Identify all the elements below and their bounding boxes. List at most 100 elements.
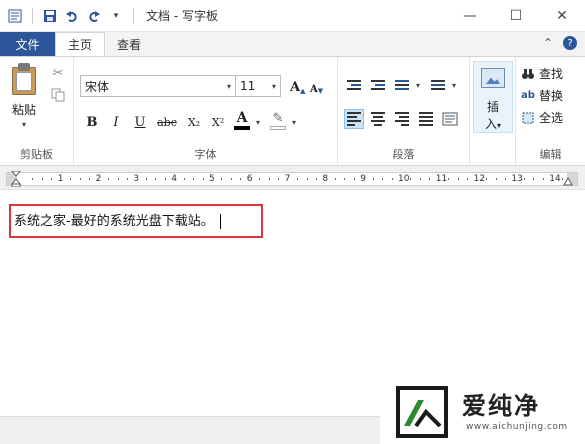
paragraph-row-1: ▾ ▾ [344,75,460,95]
highlight-color-button[interactable]: ✎ [268,111,288,133]
watermark-url: www.aichunjing.com [466,422,568,432]
ruler-tick [108,178,110,180]
align-right-icon[interactable] [392,109,412,129]
text-color-button[interactable]: A [232,111,252,133]
ruler-tick [542,178,544,180]
ribbon-tab-row: 文件 主页 查看 ⌃ ? [0,32,585,56]
ruler-tick [495,178,497,180]
increase-indent-icon[interactable] [368,75,388,95]
highlighter-icon: ✎ [272,111,284,126]
ruler-number: 7 [284,174,291,184]
ruler-number: 1 [57,174,64,184]
ruler-tick [202,178,204,180]
ruler-tick [240,178,242,180]
superscript-button[interactable]: X² [208,112,228,132]
align-left-icon[interactable] [344,109,364,129]
decrease-indent-icon[interactable] [344,75,364,95]
wordpad-app-icon[interactable] [6,7,24,25]
ruler-tick [353,178,355,180]
ruler-number: 12 [473,174,486,184]
clipboard-group-label: 剪贴板 [20,148,53,161]
chevron-down-icon[interactable]: ▾ [292,118,300,127]
chevron-down-icon[interactable]: ▾ [416,81,424,90]
insert-label-1: 插 [486,100,499,114]
font-group-label: 字体 [194,148,217,161]
redo-icon[interactable] [85,7,103,25]
paragraph-group-label: 段落 [392,148,415,161]
undo-icon[interactable] [63,7,81,25]
tab-home[interactable]: 主页 [55,32,106,56]
collapse-ribbon-icon[interactable]: ⌃ [543,36,553,50]
grow-font-button[interactable]: A ▲ [290,77,308,95]
italic-button[interactable]: I [106,112,126,132]
tab-file[interactable]: 文件 [0,32,55,56]
paste-dropdown-icon[interactable]: ▾ [22,120,26,129]
ribbon-options: ⌃ ? [543,36,577,50]
text-color-label: A [236,110,248,126]
ruler-tick [523,178,525,180]
ruler-tick [51,178,53,180]
chevron-down-icon: ▾ [271,81,276,91]
minimize-button[interactable]: — [447,0,493,32]
ruler-tick [297,178,299,180]
font-group: 宋体 ▾ 11 ▾ A ▲ A ▼ B I U abc X₂ X² A ▾ ✎ ▾ [74,57,338,166]
paragraph-group: ▾ ▾ 段落 [338,57,470,166]
align-center-icon[interactable] [368,109,388,129]
window-title: 文档 - 写字板 [146,9,218,23]
ruler-tick [41,178,43,180]
cut-icon[interactable]: ✂ [50,65,66,81]
ruler-number: 9 [360,174,366,184]
font-size-value: 11 [240,79,256,93]
paste-label: 粘贴 [11,103,36,117]
status-bar [0,416,380,444]
ruler-tick [183,178,185,180]
font-size-select[interactable]: 11 ▾ [235,75,281,97]
copy-icon[interactable] [50,87,66,103]
ruler-tick [504,178,506,180]
ruler-number: 13 [511,174,523,184]
ruler-tick [230,178,232,180]
customize-quick-access-icon[interactable]: ▾ [107,7,125,25]
ruler-tick [382,178,384,180]
ruler-tick [117,178,119,180]
paragraph-settings-icon[interactable] [440,109,460,129]
ruler-tick [410,178,412,180]
watermark-brand: 爱纯净 [462,392,540,420]
strikethrough-button[interactable]: abc [154,112,180,132]
insert-group: 插 入▾ [470,57,516,166]
tab-view[interactable]: 查看 [105,32,153,56]
binoculars-icon [520,66,536,82]
paste-button[interactable]: 粘贴 ▾ [6,63,42,129]
subscript-button[interactable]: X₂ [184,112,204,132]
maximize-button[interactable]: ☐ [493,0,539,32]
ruler-tick [278,178,280,180]
left-indent-marker-icon[interactable] [11,171,21,187]
ruler-tick [70,178,72,180]
ruler-number: 5 [209,174,215,184]
chevron-down-icon[interactable]: ▾ [452,81,460,90]
replace-button[interactable]: ab 替换 [520,87,563,104]
select-all-button[interactable]: 全选 [520,109,563,126]
ruler-tick [334,178,336,180]
insert-button[interactable]: 插 入▾ [473,61,513,133]
bullet-list-icon[interactable] [392,75,412,95]
font-name-select[interactable]: 宋体 ▾ [80,75,236,97]
save-icon[interactable] [41,7,59,25]
ruler[interactable]: 1 2 3 4 5 6 7 8 9 10 11 12 13 14 [6,171,578,187]
line-spacing-icon[interactable] [428,75,448,95]
close-button[interactable]: ✕ [539,0,585,32]
ruler-number: 11 [435,174,448,184]
find-button[interactable]: 查找 [520,65,563,82]
ruler-tick [457,178,459,180]
bold-button[interactable]: B [82,112,102,132]
underline-button[interactable]: U [130,112,150,132]
ruler-tick [467,178,469,180]
right-indent-marker-icon[interactable] [563,177,573,187]
ruler-tick [126,178,128,180]
shrink-font-button[interactable]: A ▼ [310,77,328,95]
chevron-down-icon[interactable]: ▾ [256,118,264,127]
justify-icon[interactable] [416,109,436,129]
annotation-highlight-box [9,204,263,238]
ruler-tick [533,178,535,180]
help-icon[interactable]: ? [563,36,577,50]
